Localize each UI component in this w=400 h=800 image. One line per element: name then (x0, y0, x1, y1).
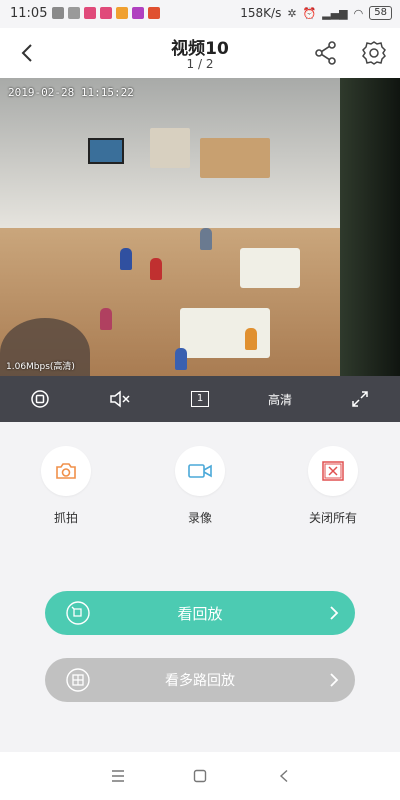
shop-app-icon (148, 7, 160, 19)
stop-icon (31, 390, 49, 408)
split-screen-button[interactable]: 1 (160, 376, 240, 422)
status-time: 11:05 (10, 6, 48, 21)
share-button[interactable] (312, 39, 340, 67)
chevron-right-icon (330, 673, 339, 687)
video-record-icon (188, 464, 212, 478)
bluetooth-icon: ✲ (287, 6, 297, 20)
menu-icon (112, 770, 124, 782)
gear-icon (362, 41, 386, 65)
mute-button[interactable] (80, 376, 160, 422)
wifi-icon: ◠ (353, 6, 364, 20)
video-scene-window (340, 78, 400, 376)
snapshot-action[interactable]: 抓拍 (16, 440, 116, 526)
snapshot-circle (41, 446, 91, 496)
video-scene-person (150, 258, 162, 280)
battery-indicator: 58 (369, 6, 392, 20)
status-bar: 11:05 158K/s ✲ ⏰ ▂▄▆ ◠ 58 (0, 0, 400, 28)
close-all-icon (322, 461, 344, 481)
playback-icon (66, 601, 90, 625)
video-bitrate: 1.06Mbps(高清) (6, 362, 75, 372)
fullscreen-icon (352, 391, 368, 407)
video-control-bar: 1 高清 (0, 376, 400, 422)
video-scene-person (200, 228, 212, 250)
system-nav-bar (0, 752, 400, 800)
page-indicator: 1 / 2 (186, 57, 214, 71)
video-scene-person (245, 328, 257, 350)
app-header: 视频10 1 / 2 (0, 28, 400, 78)
notification-icons (52, 7, 160, 19)
chevron-right-icon (330, 606, 339, 620)
video-scene-table-2 (240, 248, 300, 288)
share-icon (315, 41, 336, 65)
menu-nav-button[interactable] (106, 764, 130, 788)
message-app-icon (68, 7, 80, 19)
quality-button[interactable]: 高清 (240, 376, 320, 422)
video-player[interactable]: 2019-02-28 11:15:22 1.06Mbps(高清) (0, 78, 400, 376)
multi-playback-icon (66, 668, 90, 692)
video-app-icon-2 (100, 7, 112, 19)
video-scene-shelf-2 (150, 128, 190, 168)
video-scene-person (100, 308, 112, 330)
back-triangle-icon (279, 769, 288, 783)
record-label: 录像 (187, 511, 212, 525)
record-circle (175, 446, 225, 496)
network-speed: 158K/s (240, 6, 282, 20)
news-app-icon (116, 7, 128, 19)
action-grid: 抓拍 录像 关闭所有 (0, 440, 400, 540)
close-all-action[interactable]: 关闭所有 (283, 440, 383, 526)
playback-label: 看回放 (177, 604, 223, 623)
chat-app-icon (52, 7, 64, 19)
video-app-icon (84, 7, 96, 19)
back-button[interactable] (12, 38, 42, 68)
video-scene-person (175, 348, 187, 370)
video-scene-tv (88, 138, 124, 164)
video-timestamp: 2019-02-28 11:15:22 (8, 86, 134, 99)
close-all-circle (308, 446, 358, 496)
split-screen-icon: 1 (191, 391, 209, 407)
game-app-icon (132, 7, 144, 19)
alarm-icon: ⏰ (302, 6, 317, 20)
record-action[interactable]: 录像 (150, 440, 250, 526)
video-scene-shelf (200, 138, 270, 178)
fullscreen-button[interactable] (320, 376, 400, 422)
chevron-left-icon (21, 44, 32, 62)
signal-icon: ▂▄▆ (322, 6, 348, 20)
multi-playback-button[interactable]: 看多路回放 (45, 658, 355, 702)
page-title: 视频10 (171, 39, 229, 59)
snapshot-label: 抓拍 (53, 511, 78, 525)
settings-button[interactable] (360, 39, 388, 67)
video-scene-person (120, 248, 132, 270)
multi-playback-label: 看多路回放 (165, 673, 235, 689)
mute-icon (110, 390, 130, 408)
back-nav-button[interactable] (272, 764, 296, 788)
stop-button[interactable] (0, 376, 80, 422)
home-icon (193, 769, 207, 783)
camera-icon (56, 463, 76, 479)
home-nav-button[interactable] (188, 764, 212, 788)
status-right: 158K/s ✲ ⏰ ▂▄▆ ◠ 58 (240, 6, 392, 20)
playback-button[interactable]: 看回放 (45, 591, 355, 635)
close-all-label: 关闭所有 (308, 511, 357, 525)
